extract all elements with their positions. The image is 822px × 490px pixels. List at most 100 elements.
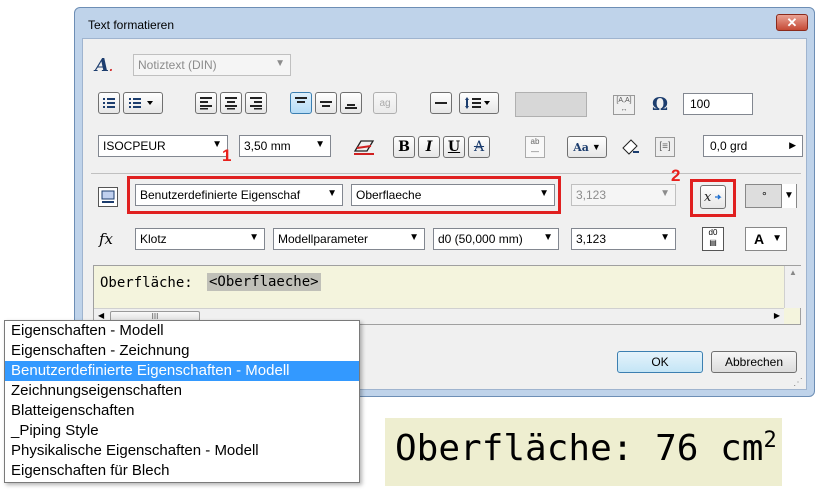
text-color-combo[interactable]: A ▼ [745,227,787,251]
insert-field-icon[interactable] [98,187,118,207]
rotation-input[interactable]: 0,0 grd ▶ [703,135,803,157]
vertical-scrollbar[interactable]: ▲ [784,266,801,308]
scroll-right-icon[interactable]: ▶ [774,311,780,320]
align-right-button[interactable] [245,92,267,114]
result-preview: Oberfläche: 76 cm2 [385,418,782,486]
bullet-list-button[interactable] [98,92,120,114]
precision-combo-disabled[interactable]: 3,123 ▼ [571,184,676,206]
list-item[interactable]: Eigenschaften für Blech [5,461,359,481]
chevron-down-icon: ▼ [660,188,670,199]
text-style-value: Notiztext (DIN) [138,58,217,72]
chevron-down-icon: ▼ [212,139,222,150]
preview-main-text: Oberfläche: 76 cm [395,428,764,469]
list-item[interactable]: Blatteigenschaften [5,401,359,421]
font-value: ISOCPEUR [103,139,166,153]
dialog-title: Text formatieren [88,18,175,32]
font-color-label: A [754,231,765,247]
precision-combo[interactable]: 3,123 ▼ [571,228,676,250]
line-spacing-button[interactable] [459,92,499,114]
insert-property-button[interactable]: x [700,185,726,209]
case-icon: Aa [573,140,589,154]
text-size-combo[interactable]: 3,50 mm ▼ [239,135,331,157]
resize-grip-icon[interactable]: ⋰ [793,377,803,388]
chevron-down-icon: ▼ [781,184,796,208]
list-item[interactable]: Physikalische Eigenschaften - Modell [5,441,359,461]
field-type-dropdown-list[interactable]: Eigenschaften - Modell Eigenschaften - Z… [4,320,360,483]
bold-button[interactable]: B [393,136,415,158]
align-center-button[interactable] [220,92,242,114]
align-bottom-button[interactable] [340,92,362,114]
svg-text:x: x [704,190,712,205]
list-item[interactable]: _Piping Style [5,421,359,441]
text-editor[interactable]: Oberfläche: <Oberflaeche> ▲ ◀ III ▶ [93,265,801,325]
callout-number-1: 1 [222,146,232,165]
italic-button[interactable]: I [418,136,440,158]
symbol-combo[interactable]: ° ▼ [745,184,797,208]
bullet-list-icon [103,98,115,108]
fit-text-button[interactable]: ag [373,92,397,114]
ok-button[interactable]: OK [617,351,703,373]
align-top-icon [295,97,307,103]
stack-icon: ab [530,137,540,146]
frame-icon[interactable]: [≡] [655,137,675,157]
spacing-value-field[interactable] [515,92,587,117]
width-factor-input[interactable]: 100 [683,93,753,115]
horizontal-line-icon [435,102,447,104]
list-item-selected[interactable]: Benutzerdefinierte Eigenschaften - Model… [5,361,359,381]
width-factor-value: 100 [690,97,711,111]
strikethrough-button[interactable]: A [468,136,490,158]
degree-symbol: ° [762,189,767,203]
field-type-combo[interactable]: Benutzerdefinierte Eigenschaf ▼ [135,184,343,206]
numbered-list-button[interactable] [123,92,163,114]
char-spacing-icon[interactable]: [A,A] ↔ [613,95,635,115]
list-item[interactable]: Zeichnungseigenschaften [5,381,359,401]
preview-superscript: 2 [763,428,777,453]
property-token[interactable]: <Oberflaeche> [207,273,321,291]
text-size-value: 3,50 mm [244,139,291,153]
function-icon: fx [99,230,114,248]
list-item[interactable]: Eigenschaften - Modell [5,321,359,341]
chevron-down-icon: ▼ [409,232,419,243]
line-button[interactable] [430,92,452,114]
chevron-right-icon: ▶ [789,140,796,150]
align-left-button[interactable] [195,92,217,114]
close-button[interactable]: ✕ [776,14,808,31]
align-right-icon [250,97,262,110]
stack-button[interactable]: ab — [525,136,545,158]
clear-format-icon[interactable] [619,136,641,158]
title-bar[interactable]: Text formatieren ✕ [75,8,814,38]
source-value: Klotz [140,232,167,246]
field-type-value: Benutzerdefinierte Eigenschaf [140,188,301,202]
align-left-icon [200,97,212,110]
chevron-down-icon: ▼ [772,233,782,244]
chevron-down-icon: ▼ [543,232,553,243]
list-item[interactable]: Eigenschaften - Zeichnung [5,341,359,361]
underline-button[interactable]: U [443,136,465,158]
align-middle-button[interactable] [315,92,337,114]
text-style-icon: A. [95,55,113,76]
insert-parameter-icon[interactable]: d0 ▤ [702,227,724,251]
chevron-down-icon: ▼ [539,188,549,199]
source-combo[interactable]: Klotz ▼ [135,228,265,250]
cancel-button[interactable]: Abbrechen [711,351,797,373]
align-top-button[interactable] [290,92,312,114]
parameter-type-combo[interactable]: Modellparameter ▼ [273,228,425,250]
separator-line [91,173,801,174]
parameter-combo[interactable]: d0 (50,000 mm) ▼ [433,228,559,250]
text-style-combo[interactable]: Notiztext (DIN) ▼ [133,54,291,76]
callout-number-2: 2 [671,166,681,185]
case-button[interactable]: Aa ▼ [567,136,607,158]
line-spacing-icon [465,97,490,109]
font-combo[interactable]: ISOCPEUR ▼ [98,135,228,157]
editor-text-label: Oberfläche: [100,275,193,291]
numbered-list-icon [129,98,153,108]
chevron-down-icon: ▼ [315,139,325,150]
chevron-down-icon: ▼ [591,142,601,152]
property-value: Oberflaeche [356,188,422,202]
property-combo[interactable]: Oberflaeche ▼ [351,184,555,206]
preview-text: Oberfläche: 76 cm2 [395,428,777,469]
text-color-icon[interactable] [353,137,375,157]
scroll-left-icon[interactable]: ◀ [98,311,104,320]
rotation-value: 0,0 grd [710,139,748,153]
scroll-up-icon[interactable]: ▲ [789,268,797,277]
